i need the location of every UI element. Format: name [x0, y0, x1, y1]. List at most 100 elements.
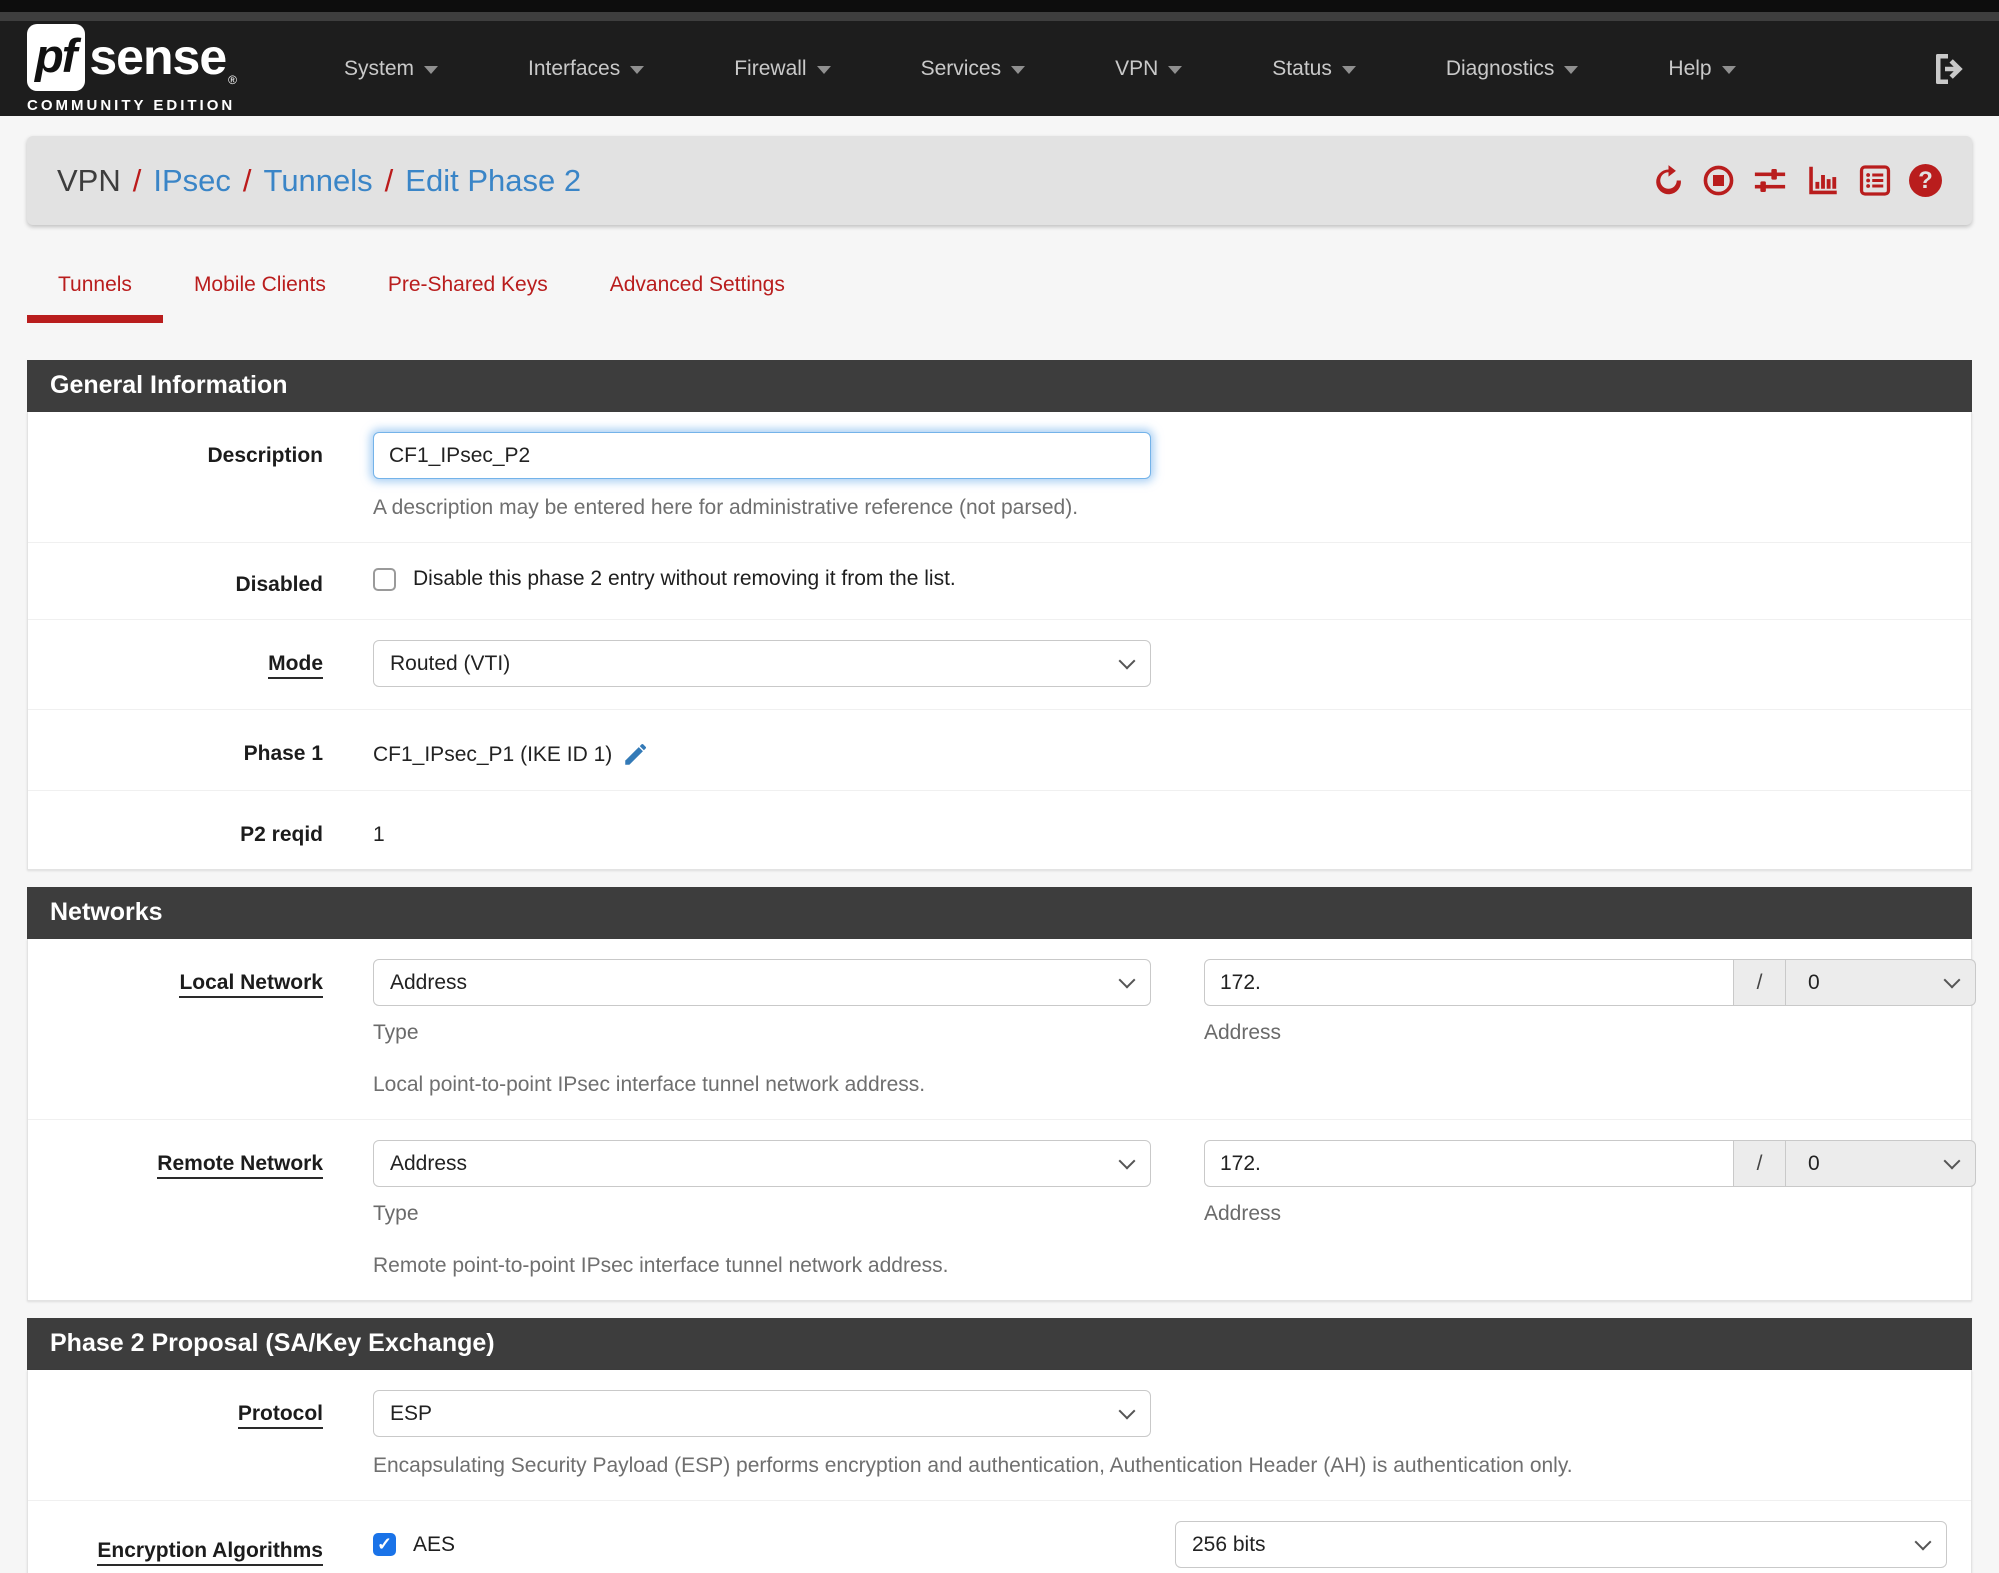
local-address-caption: Address [1204, 1021, 1282, 1044]
panel-title: General Information [27, 360, 1972, 412]
sign-out-icon[interactable] [1933, 51, 1969, 87]
tab-mobile-clients[interactable]: Mobile Clients [163, 267, 357, 323]
phase1-value: CF1_IPsec_P1 (IKE ID 1) [373, 743, 613, 766]
chevron-down-icon [1914, 1533, 1932, 1550]
logo-registered-mark: ® [228, 72, 237, 87]
local-network-mask-select[interactable]: 0 [1786, 959, 1976, 1006]
form-row-phase1: Phase 1 CF1_IPsec_P1 (IKE ID 1) [28, 710, 1971, 791]
disabled-checkbox-label: Disable this phase 2 entry without remov… [413, 567, 956, 590]
nav-item-help[interactable]: Help [1623, 57, 1780, 81]
chevron-down-icon [816, 66, 831, 74]
sliders-icon[interactable] [1752, 164, 1788, 197]
help-icon[interactable]: ? [1909, 164, 1942, 197]
p2reqid-value: 1 [373, 823, 385, 846]
form-row-remote-network: Remote Network Address Type 172. / 0 Add… [28, 1120, 1976, 1300]
description-help: A description may be entered here for ad… [373, 496, 1079, 519]
nav-item-system[interactable]: System [299, 57, 483, 81]
pfsense-logo[interactable]: pf sense ® COMMUNITY EDITION [27, 23, 237, 114]
chevron-down-icon [424, 66, 439, 74]
local-network-address-input[interactable] [1204, 959, 1734, 1006]
panel-phase2-proposal: Phase 2 Proposal (SA/Key Exchange) Proto… [27, 1318, 1972, 1573]
form-row-disabled: Disabled Disable this phase 2 entry with… [28, 543, 1971, 620]
remote-network-type-select[interactable]: Address [373, 1140, 1151, 1187]
breadcrumb-separator: / [242, 162, 252, 198]
pencil-icon[interactable] [622, 742, 648, 768]
log-list-icon[interactable] [1858, 164, 1892, 197]
chevron-down-icon [1118, 652, 1136, 669]
local-type-caption: Type [373, 1021, 419, 1044]
breadcrumb-bar: VPN / IPsec / Tunnels / Edit Phase 2 ? [27, 136, 1972, 225]
mode-label: Mode [268, 652, 323, 679]
breadcrumb-link-ipsec[interactable]: IPsec [153, 163, 231, 199]
panel-title: Phase 2 Proposal (SA/Key Exchange) [27, 1318, 1972, 1370]
tab-tunnels[interactable]: Tunnels [27, 267, 163, 323]
form-row-encryption-aes: Encryption Algorithms AES 256 bits [28, 1501, 1971, 1573]
protocol-label: Protocol [237, 1402, 323, 1429]
aes-label: AES [413, 1532, 456, 1556]
form-row-p2reqid: P2 reqid 1 [28, 791, 1971, 869]
chevron-down-icon [1118, 1402, 1136, 1419]
remote-network-address-input[interactable] [1204, 1140, 1734, 1187]
breadcrumb-separator: / [384, 162, 394, 198]
chevron-down-icon [1118, 1152, 1136, 1169]
panel-networks: Networks Local Network Address Type 172.… [27, 887, 1976, 1301]
panel-title: Networks [27, 887, 1972, 939]
chevron-down-icon [1943, 971, 1961, 988]
chevron-down-icon [630, 66, 645, 74]
protocol-help: Encapsulating Security Payload (ESP) per… [373, 1454, 1573, 1477]
breadcrumb-separator: / [132, 162, 142, 198]
aes-checkbox[interactable] [373, 1533, 396, 1556]
logo-sense-text: sense [89, 29, 227, 85]
refresh-icon[interactable] [1652, 164, 1685, 197]
form-row-mode: Mode Routed (VTI) [28, 620, 1971, 710]
stop-icon[interactable] [1702, 164, 1735, 197]
description-label: Description [207, 444, 323, 467]
panel-general-information: General Information Description A descri… [27, 360, 1972, 870]
chevron-down-icon [1118, 971, 1136, 988]
remote-network-label: Remote Network [157, 1152, 323, 1179]
protocol-select[interactable]: ESP [373, 1390, 1151, 1437]
nav-item-diagnostics[interactable]: Diagnostics [1401, 57, 1624, 81]
bar-chart-icon[interactable] [1805, 164, 1841, 197]
nav-item-status[interactable]: Status [1227, 57, 1401, 81]
breadcrumb-link-tunnels[interactable]: Tunnels [264, 163, 373, 199]
nav-item-vpn[interactable]: VPN [1070, 57, 1227, 81]
disabled-checkbox[interactable] [373, 567, 396, 591]
aes-keylen-select[interactable]: 256 bits [1175, 1521, 1947, 1568]
remote-network-help: Remote point-to-point IPsec interface tu… [373, 1254, 949, 1277]
tab-pre-shared-keys[interactable]: Pre-Shared Keys [357, 267, 579, 323]
phase1-label: Phase 1 [243, 742, 323, 765]
breadcrumb-page-title: Edit Phase 2 [405, 162, 582, 198]
chevron-down-icon [1564, 66, 1579, 74]
nav-item-services[interactable]: Services [876, 57, 1071, 81]
local-network-type-select[interactable]: Address [373, 959, 1151, 1006]
chevron-down-icon [1341, 66, 1356, 74]
breadcrumb-actions: ? [1652, 164, 1942, 197]
tab-bar: Tunnels Mobile Clients Pre-Shared Keys A… [27, 267, 1972, 323]
remote-type-caption: Type [373, 1202, 419, 1225]
disabled-label: Disabled [235, 573, 323, 596]
form-row-description: Description A description may be entered… [28, 412, 1971, 543]
page-content: General Information Description A descri… [0, 360, 1999, 1573]
top-edge-bar [0, 0, 1999, 12]
local-network-label: Local Network [179, 971, 323, 998]
mode-select[interactable]: Routed (VTI) [373, 640, 1151, 687]
nav-item-interfaces[interactable]: Interfaces [483, 57, 689, 81]
main-navbar: pf sense ® COMMUNITY EDITION System Inte… [0, 21, 1999, 116]
chevron-down-icon [1943, 1152, 1961, 1169]
nav-item-firewall[interactable]: Firewall [689, 57, 875, 81]
navbar-menu: System Interfaces Firewall Services VPN … [299, 57, 1933, 81]
breadcrumb: VPN / IPsec / Tunnels / Edit Phase 2 [57, 163, 581, 199]
chevron-down-icon [1011, 66, 1026, 74]
slash-addon: / [1734, 1140, 1786, 1187]
remote-network-mask-select[interactable]: 0 [1786, 1140, 1976, 1187]
form-row-protocol: Protocol ESP Encapsulating Security Payl… [28, 1370, 1971, 1501]
breadcrumb-root: VPN [57, 162, 121, 198]
remote-address-caption: Address [1204, 1202, 1282, 1225]
p2reqid-label: P2 reqid [240, 823, 323, 846]
local-network-help: Local point-to-point IPsec interface tun… [373, 1073, 926, 1096]
logo-pf-mark: pf [27, 23, 86, 91]
tab-advanced-settings[interactable]: Advanced Settings [579, 267, 816, 323]
description-input[interactable] [373, 432, 1151, 479]
slash-addon: / [1734, 959, 1786, 1006]
